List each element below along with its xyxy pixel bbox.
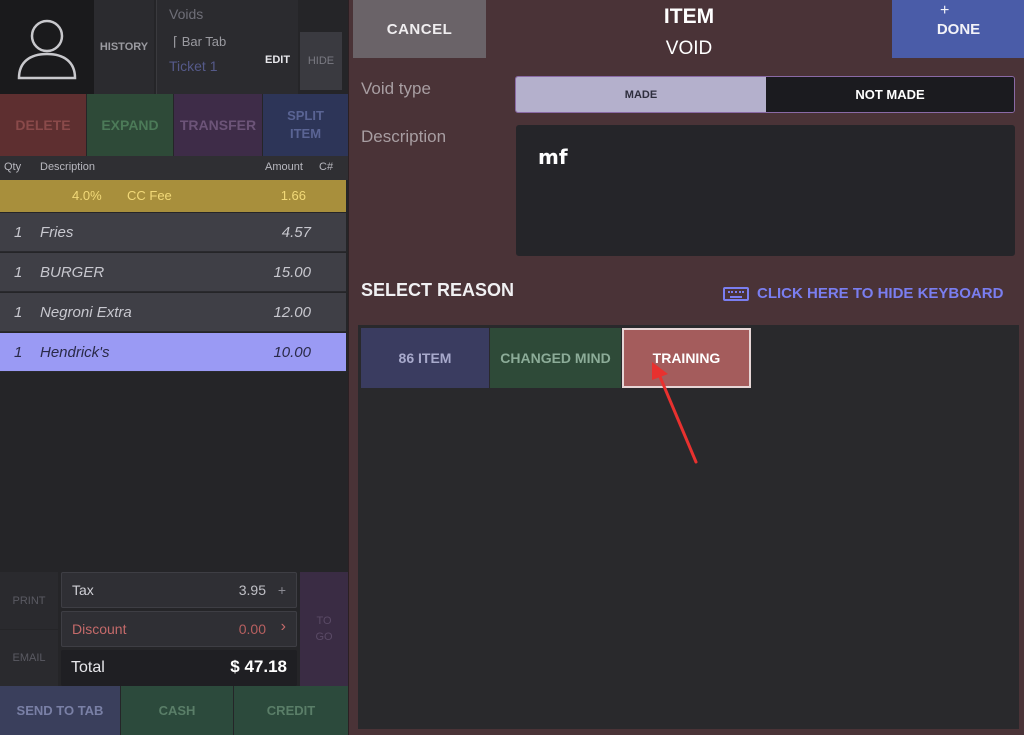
order-list-header: Qty Description Amount C# (0, 156, 348, 180)
print-button[interactable]: PRINT (0, 572, 58, 629)
history-button[interactable]: HISTORY (94, 0, 154, 94)
description-header: Description (40, 161, 96, 173)
item-qty: 1 (14, 304, 23, 321)
pin-icon: ⌈ (173, 34, 182, 49)
credit-button[interactable]: CREDIT (234, 686, 348, 735)
cursor-plus-icon: + (940, 2, 950, 19)
discount-row[interactable]: Discount 0.00 › (61, 611, 297, 647)
hide-keyboard-link[interactable]: CLICK HERE TO HIDE KEYBOARD (723, 285, 1003, 302)
reason-changed-mind[interactable]: CHANGED MIND (490, 328, 621, 388)
qty-header: Qty (4, 161, 22, 173)
item-amount: 15.00 (273, 264, 311, 281)
void-type-toggle: MADE NOT MADE (515, 76, 1015, 113)
tax-row[interactable]: Tax 3.95 + (61, 572, 297, 608)
list-item[interactable]: 1 Negroni Extra 12.00 (0, 293, 346, 332)
dialog-subtitle: VOID (665, 38, 713, 59)
togo-line1: TO (316, 614, 332, 627)
item-description: BURGER (40, 264, 105, 281)
void-type-label: Void type (361, 79, 431, 98)
list-item-selected[interactable]: 1 Hendrick's 10.00 (0, 333, 346, 372)
item-qty: 1 (14, 224, 23, 241)
item-qty: 1 (14, 264, 23, 281)
item-amount: 12.00 (273, 304, 311, 321)
chevron-right-icon[interactable]: › (281, 618, 286, 636)
item-amount: 10.00 (273, 344, 311, 361)
not-made-option[interactable]: NOT MADE (766, 77, 1014, 112)
plus-icon[interactable]: + (278, 582, 286, 598)
cc-fee-percent: 4.0% (72, 188, 102, 203)
hide-keyboard-label: CLICK HERE TO HIDE KEYBOARD (757, 285, 1004, 302)
select-reason-heading: SELECT REASON (361, 280, 515, 300)
dialog-title: ITEM (663, 5, 715, 28)
togo-line2: GO (315, 631, 333, 643)
tax-value: 3.95 (238, 582, 266, 598)
cc-fee-label: CC Fee (127, 188, 172, 203)
item-qty: 1 (14, 344, 23, 361)
to-go-button[interactable]: TO GO (300, 572, 348, 686)
expand-button[interactable]: EXPAND (87, 94, 173, 156)
transfer-button[interactable]: TRANSFER (174, 94, 262, 156)
total-row: Total $ 47.18 (61, 650, 297, 686)
ticket-info: Voids ⌈ Bar Tab Ticket 1 EDIT (156, 0, 298, 94)
done-button[interactable]: + DONE (892, 0, 1024, 58)
bar-tab-label: ⌈ Bar Tab (173, 34, 227, 49)
split-label-line2: ITEM (289, 126, 322, 141)
cc-fee-amount: 1.66 (280, 188, 306, 203)
send-to-tab-button[interactable]: SEND TO TAB (0, 686, 120, 735)
hide-button[interactable]: HIDE (300, 32, 342, 90)
delete-button[interactable]: DELETE (0, 94, 86, 156)
arrow-annotation (652, 362, 698, 464)
split-item-button[interactable]: SPLIT ITEM (263, 94, 348, 156)
edit-button[interactable]: EDIT (265, 54, 290, 66)
split-label-line1: SPLIT (287, 107, 324, 123)
total-value: $ 47.18 (230, 657, 287, 676)
cash-button[interactable]: CASH (121, 686, 233, 735)
tax-label: Tax (72, 582, 94, 598)
email-button[interactable]: EMAIL (0, 630, 58, 686)
list-item[interactable]: 1 BURGER 15.00 (0, 253, 346, 292)
cc-fee-row[interactable]: 4.0% CC Fee 1.66 (0, 180, 346, 212)
total-label: Total (71, 659, 105, 676)
c-header: C# (319, 161, 334, 173)
keyboard-icon (723, 286, 749, 301)
description-label: Description (361, 127, 447, 146)
discount-value: 0.00 (238, 621, 266, 637)
item-description: Fries (40, 224, 74, 241)
cancel-button[interactable]: CANCEL (353, 0, 486, 58)
customer-avatar[interactable] (0, 0, 94, 94)
reason-86-item[interactable]: 86 ITEM (361, 328, 489, 388)
list-item[interactable]: 1 Fries 4.57 (0, 213, 346, 252)
item-amount: 4.57 (281, 224, 311, 241)
item-description: Negroni Extra (40, 304, 132, 321)
user-avatar-icon (17, 19, 77, 80)
item-description: Hendrick's (40, 344, 110, 361)
description-input[interactable]: mf (516, 125, 1015, 256)
amount-header: Amount (265, 161, 303, 173)
made-option[interactable]: MADE (516, 77, 766, 112)
ticket-number: Ticket 1 (169, 58, 218, 74)
ticket-panel: HISTORY Voids ⌈ Bar Tab Ticket 1 EDIT HI… (0, 0, 348, 735)
discount-label: Discount (72, 621, 127, 637)
voids-label: Voids (169, 6, 204, 22)
done-label: DONE (936, 20, 981, 38)
